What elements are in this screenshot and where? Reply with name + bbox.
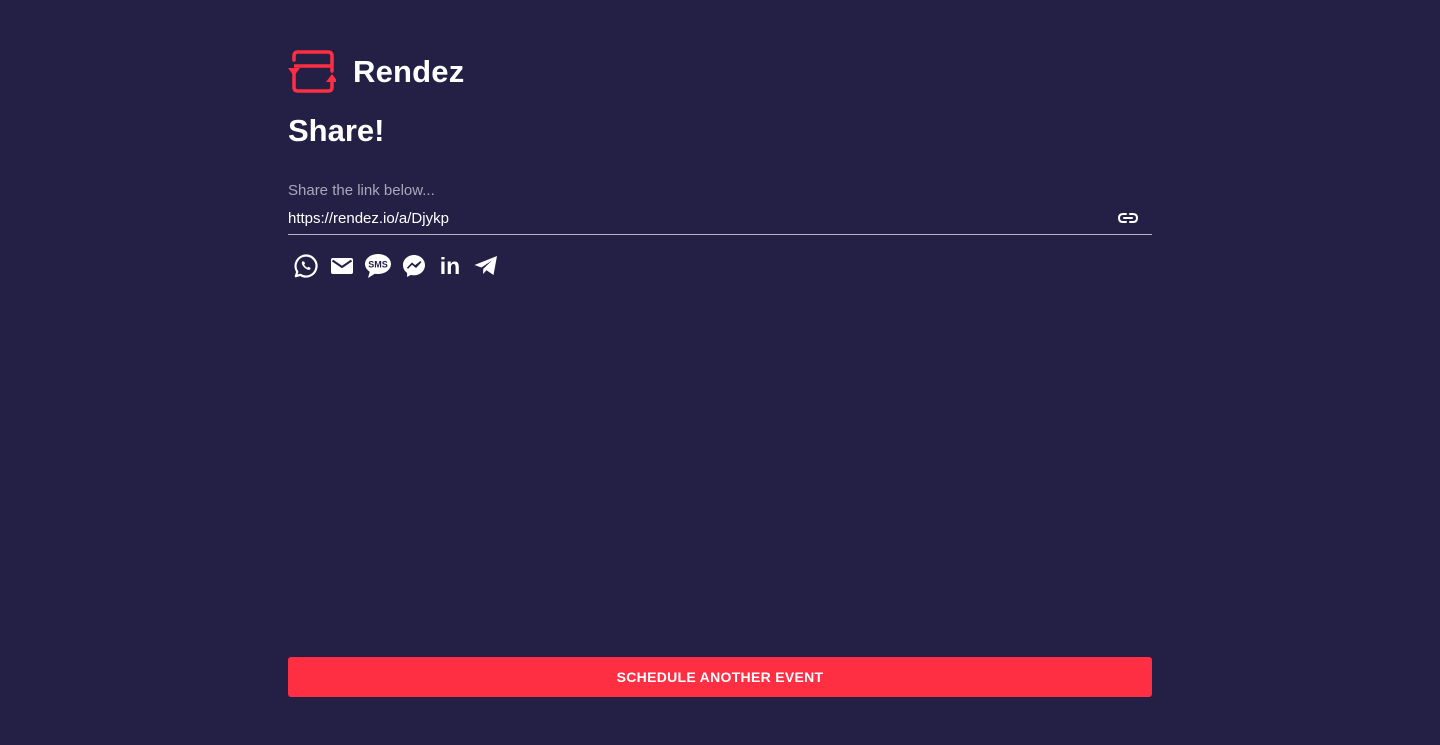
- messenger-icon: [403, 255, 425, 277]
- whatsapp-icon: [294, 254, 318, 278]
- copy-link-button[interactable]: [1116, 208, 1140, 228]
- calendar-sync-icon: [288, 50, 336, 93]
- brand-header: Rendez: [288, 48, 464, 96]
- share-link-input[interactable]: [288, 207, 1108, 229]
- share-link-label: Share the link below...: [288, 182, 435, 199]
- sms-icon-text: SMS: [368, 260, 388, 270]
- share-sms-button[interactable]: SMS: [364, 252, 392, 280]
- share-options: SMS in: [292, 252, 500, 280]
- link-icon: [1117, 213, 1139, 223]
- share-messenger-button[interactable]: [400, 252, 428, 280]
- share-page: Rendez Share! Share the link below... ht…: [288, 0, 1152, 745]
- linkedin-icon: in: [440, 253, 460, 279]
- share-whatsapp-button[interactable]: [292, 252, 320, 280]
- email-icon: [331, 258, 353, 274]
- share-telegram-button[interactable]: [472, 252, 500, 280]
- schedule-another-event-button[interactable]: SCHEDULE ANOTHER EVENT: [288, 657, 1152, 697]
- share-link-field: Share the link below...: [288, 182, 1152, 235]
- sms-icon: SMS: [365, 254, 391, 278]
- brand-name: Rendez: [353, 54, 465, 89]
- telegram-icon: [474, 256, 497, 275]
- share-email-button[interactable]: [328, 252, 356, 280]
- share-linkedin-button[interactable]: in: [436, 252, 464, 280]
- page-title: Share!: [288, 113, 385, 148]
- linkedin-icon-text: in: [440, 253, 460, 279]
